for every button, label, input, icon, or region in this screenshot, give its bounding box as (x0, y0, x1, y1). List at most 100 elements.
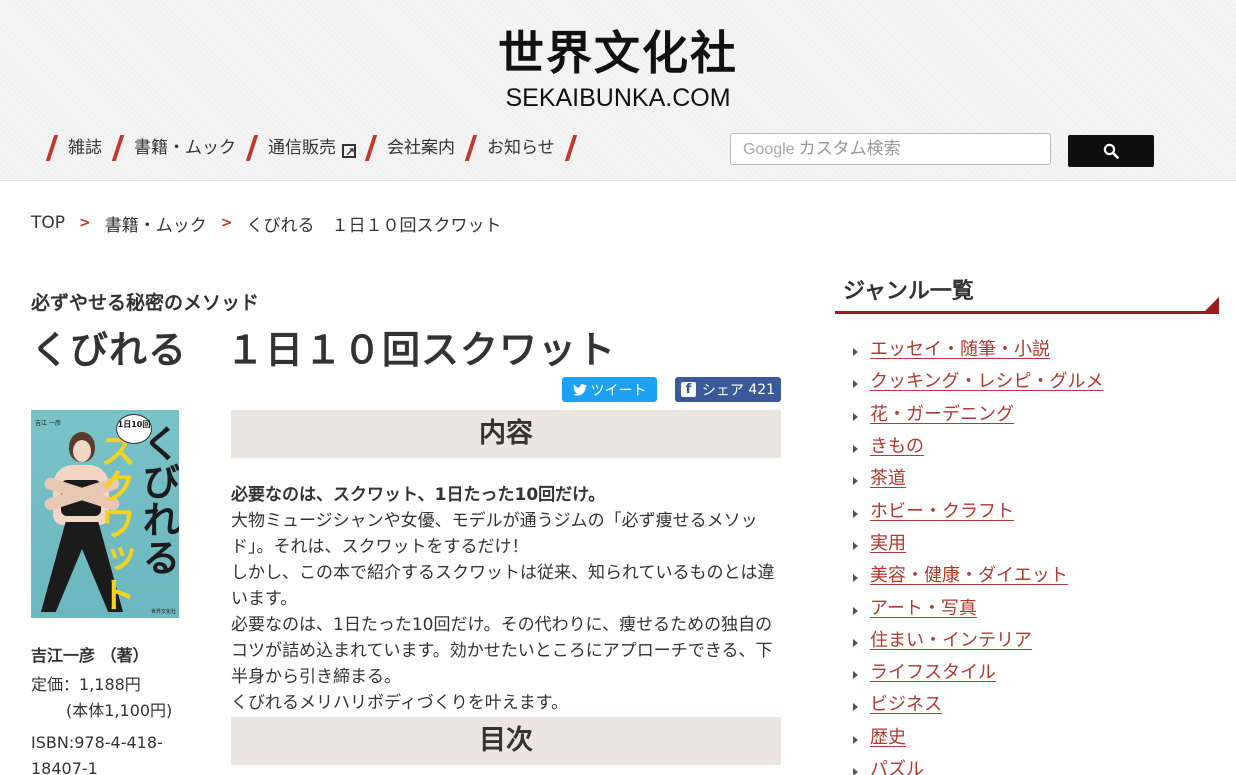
bullet-arrow-icon (853, 509, 858, 518)
nav-divider (245, 135, 259, 161)
list-item: クッキング・レシピ・グルメ (853, 364, 1103, 396)
genre-link[interactable]: 花・ガーデニング (870, 400, 1014, 426)
tweet-label: ツイート (590, 382, 647, 399)
bullet-arrow-icon (853, 606, 858, 615)
nav-divider (45, 135, 59, 161)
bullet-arrow-icon (853, 671, 858, 680)
book-description: 必要なのは、スクワット、1日たった10回だけ。 大物ミュージシャンや女優、モデル… (231, 482, 781, 716)
description-paragraph: 必要なのは、1日たった10回だけ。その代わりに、痩せるための独自のコツが詰め込ま… (231, 615, 773, 687)
bullet-arrow-icon (853, 574, 858, 583)
facebook-share-button[interactable]: f シェア 421 (675, 377, 781, 402)
nav-divider (111, 135, 125, 161)
cover-badge: 1日10回 (116, 414, 152, 444)
breadcrumb-current: くびれる １日１０回スクワット (246, 215, 502, 236)
nav-item-news[interactable]: お知らせ (487, 132, 555, 164)
genre-link[interactable]: 住まい・インテリア (870, 626, 1032, 652)
tweet-button[interactable]: ツイート (562, 377, 657, 402)
nav-item-label: 書籍・ムック (134, 138, 236, 158)
bullet-arrow-icon (853, 348, 858, 357)
bullet-arrow-icon (853, 380, 858, 389)
list-item: ライフスタイル (853, 655, 1103, 687)
section-heading-content: 内容 (231, 410, 781, 458)
breadcrumb-books[interactable]: 書籍・ムック (105, 211, 207, 236)
sidebar-heading: ジャンル一覧 (843, 279, 974, 304)
twitter-icon (572, 383, 587, 396)
list-item: 茶道 (853, 461, 1103, 493)
nav-item-label: お知らせ (487, 138, 555, 158)
search-button[interactable] (1068, 135, 1154, 167)
breadcrumb-top[interactable]: TOP (31, 213, 65, 233)
share-count: 421 (748, 381, 776, 398)
book-price-excl-tax: (本体1,100円) (66, 701, 173, 720)
nav-item-mail-order[interactable]: 通信販売 (268, 132, 356, 168)
nav-item-label: 会社案内 (387, 138, 455, 158)
site-header: 世界文化社 SEKAIBUNKA.COM 雑誌 書籍・ムック 通信販売 会社案内… (0, 0, 1236, 181)
book-author: 吉江一彦 （著） (31, 646, 149, 665)
list-item: 美容・健康・ダイエット (853, 558, 1103, 590)
genre-link[interactable]: ビジネス (870, 690, 942, 716)
nav-item-magazines[interactable]: 雑誌 (68, 132, 102, 164)
nav-item-label: 雑誌 (68, 138, 102, 158)
book-catchphrase: 必ずやせる秘密のメソッド (31, 292, 260, 314)
bullet-arrow-icon (853, 445, 858, 454)
bullet-arrow-icon (853, 768, 858, 775)
corner-decoration (1205, 297, 1219, 311)
genre-link[interactable]: 歴史 (870, 723, 906, 749)
google-logo: Google (743, 141, 795, 158)
cover-figure-face (73, 440, 91, 462)
bullet-arrow-icon (853, 541, 858, 550)
book-isbn: ISBN:978-4-418-18407-1 (31, 733, 163, 775)
cover-title-kubireru: くびれる (136, 424, 179, 576)
nav-item-company[interactable]: 会社案内 (387, 132, 455, 164)
breadcrumb: TOP > 書籍・ムック > くびれる １日１０回スクワット (31, 210, 502, 236)
description-paragraph: 大物ミュージシャンや女優、モデルが通うジムの「必ず痩せるメソッド」。それは、スク… (231, 511, 758, 557)
list-item: きもの (853, 429, 1103, 461)
site-logo-domain[interactable]: SEKAIBUNKA.COM (0, 84, 1236, 112)
bullet-arrow-icon (853, 735, 858, 744)
genre-link[interactable]: きもの (870, 432, 924, 458)
search-input[interactable]: Google カスタム検索 (730, 133, 1051, 165)
genre-link[interactable]: パズル (870, 755, 924, 775)
genre-link[interactable]: ライフスタイル (870, 658, 996, 684)
list-item: ビジネス (853, 687, 1103, 719)
facebook-icon: f (680, 382, 696, 397)
cover-author-text: 吉江 一彦 (35, 420, 61, 427)
page-title: くびれる １日１０回スクワット (31, 328, 617, 372)
external-link-icon (342, 136, 356, 168)
book-price: 定価：1,188円 (31, 675, 141, 694)
genre-list: エッセイ・随筆・小説 クッキング・レシピ・グルメ 花・ガーデニング きもの 茶道… (853, 332, 1103, 775)
breadcrumb-separator: > (79, 215, 91, 231)
list-item: 歴史 (853, 720, 1103, 752)
list-item: エッセイ・随筆・小説 (853, 332, 1103, 364)
bullet-arrow-icon (853, 703, 858, 712)
site-logo[interactable]: 世界文化社 (0, 26, 1236, 80)
genre-link[interactable]: 茶道 (870, 464, 906, 490)
genre-link[interactable]: ホビー・クラフト (870, 497, 1014, 523)
genre-link[interactable]: エッセイ・随筆・小説 (870, 335, 1050, 361)
breadcrumb-separator: > (220, 215, 233, 231)
nav-item-books[interactable]: 書籍・ムック (134, 132, 236, 164)
book-cover-image[interactable]: 吉江 一彦 スクワット くびれる 1日10回 世界文化社 (31, 410, 179, 618)
description-lead: 必要なのは、スクワット、1日たった10回だけ。 (231, 485, 606, 505)
list-item: アート・写真 (853, 590, 1103, 622)
genre-link[interactable]: 実用 (870, 529, 906, 555)
bullet-arrow-icon (853, 638, 858, 647)
share-label: シェア (701, 382, 744, 399)
search-icon (1103, 143, 1119, 159)
genre-link[interactable]: 美容・健康・ダイエット (870, 561, 1068, 587)
global-nav: 雑誌 書籍・ムック 通信販売 会社案内 お知らせ (42, 132, 587, 168)
cover-title-squat: スクワット (94, 432, 135, 612)
nav-divider (564, 135, 577, 161)
genre-link[interactable]: クッキング・レシピ・グルメ (870, 367, 1103, 393)
description-paragraph: くびれるメリハリボディづくりを叶えます。 (231, 693, 569, 713)
list-item: 実用 (853, 526, 1103, 558)
list-item: 住まい・インテリア (853, 623, 1103, 655)
genre-link[interactable]: アート・写真 (870, 594, 977, 620)
section-heading-toc: 目次 (231, 717, 781, 765)
nav-item-label: 通信販売 (268, 138, 336, 158)
bullet-arrow-icon (853, 477, 858, 486)
search-placeholder: カスタム検索 (798, 139, 901, 159)
list-item: ホビー・クラフト (853, 493, 1103, 525)
list-item: パズル (853, 752, 1103, 775)
cover-publisher: 世界文化社 (151, 609, 177, 615)
